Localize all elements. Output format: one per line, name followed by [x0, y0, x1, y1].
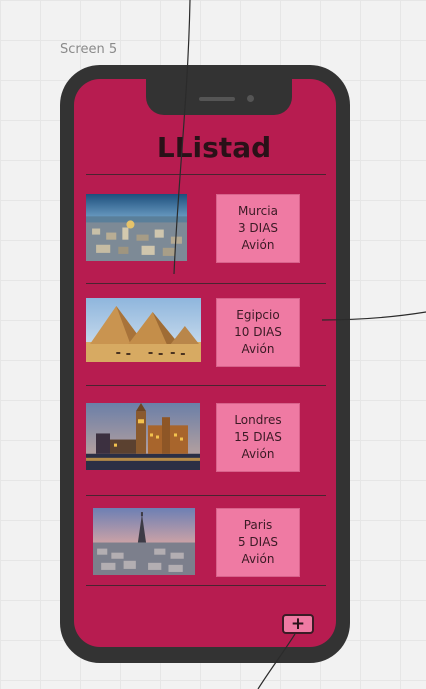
divider [86, 283, 326, 284]
destination-duration: 15 DIAS [234, 430, 282, 444]
london-night-photo [86, 403, 200, 470]
destination-city: Paris [243, 518, 273, 532]
destination-card-murcia[interactable]: Murcia 3 DIAS Avión [216, 194, 300, 263]
phone-notch [146, 79, 292, 115]
plus-icon: + [290, 613, 306, 634]
destination-image-murcia[interactable] [86, 194, 187, 261]
destination-transport: Avión [241, 238, 275, 252]
divider [86, 495, 326, 496]
destination-transport: Avión [241, 342, 275, 356]
destination-transport: Avión [241, 447, 275, 461]
divider [86, 585, 326, 586]
screen-label: Screen 5 [60, 42, 118, 57]
speaker-icon [199, 97, 235, 101]
destination-card-egipcio[interactable]: Egipcio 10 DIAS Avión [216, 298, 300, 367]
destination-image-londres[interactable] [86, 403, 200, 470]
phone-screen: LListad Murcia 3 DIAS Avión Egipcio 10 D… [74, 79, 336, 647]
destination-city: Murcia [238, 204, 278, 218]
add-button[interactable]: + [282, 614, 314, 634]
destination-image-egipcio[interactable] [86, 298, 201, 362]
divider [86, 385, 326, 386]
murcia-city-photo [86, 194, 187, 261]
phone-frame: LListad Murcia 3 DIAS Avión Egipcio 10 D… [60, 65, 350, 663]
destination-city: Londres [234, 413, 282, 427]
destination-card-paris[interactable]: Paris 5 DIAS Avión [216, 508, 300, 577]
destination-transport: Avión [241, 552, 275, 566]
destination-card-londres[interactable]: Londres 15 DIAS Avión [216, 403, 300, 472]
page-title: LListad [156, 131, 272, 164]
destination-duration: 3 DIAS [237, 221, 279, 235]
destination-duration: 5 DIAS [237, 535, 279, 549]
destination-duration: 10 DIAS [234, 325, 282, 339]
divider [86, 174, 326, 175]
pyramids-photo [86, 298, 201, 362]
paris-eiffel-photo [93, 508, 195, 575]
camera-icon [247, 95, 254, 102]
destination-image-paris[interactable] [93, 508, 195, 575]
destination-city: Egipcio [236, 308, 280, 322]
